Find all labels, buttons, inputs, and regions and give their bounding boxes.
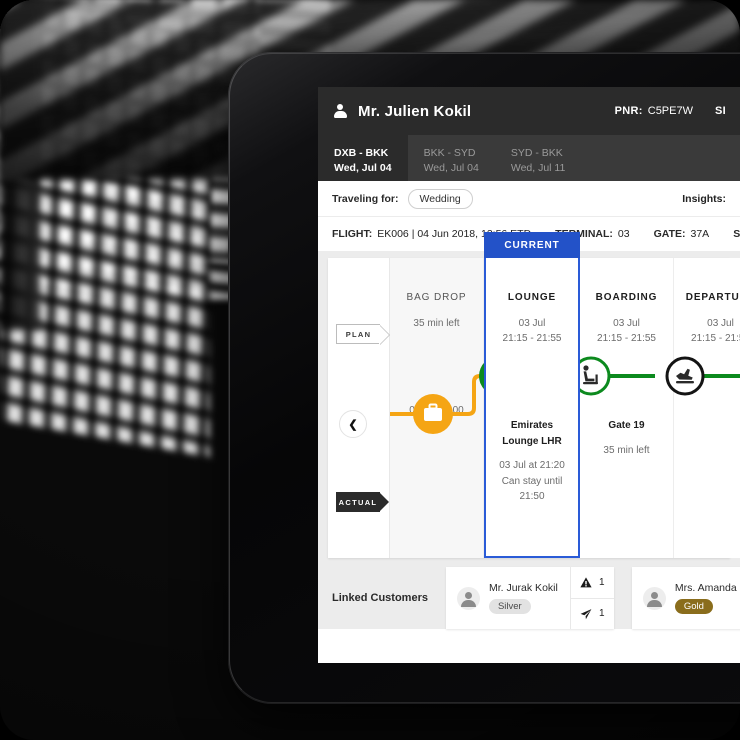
tab-date: Wed, Jul 04: [334, 162, 392, 174]
flight-label: FLIGHT:: [332, 228, 373, 240]
avatar: [642, 586, 666, 610]
actual-line-2: Can stay until: [501, 475, 563, 487]
tab-date: Wed, Jul 11: [510, 162, 566, 174]
plan-line-2: 21:15 - 21:55: [691, 333, 740, 344]
plan-line-1: 03 Jul: [518, 318, 546, 329]
pnr-value: C5PE7W: [647, 105, 693, 117]
traveling-for-label: Traveling for:: [332, 192, 399, 205]
stage-title: LOUNGE: [507, 292, 557, 303]
journey-timeline: PLAN ❮ ACTUAL BAG DROP 35 min left 03 Ju…: [328, 232, 740, 558]
plan-line-2: 21:15 - 21:55: [597, 333, 656, 344]
actual-title: Emirates Lounge LHR: [502, 420, 562, 447]
tab-date: Wed, Jul 04: [423, 162, 479, 174]
tab-route: BKK - SYD: [423, 146, 476, 159]
stage-plan-times: 03 Jul 21:15 - 21:55: [597, 316, 656, 346]
timeline-row-labels: PLAN ❮ ACTUAL: [328, 258, 390, 558]
stage-node-area: [390, 331, 483, 403]
timeline-prev-button[interactable]: ❮: [339, 410, 367, 438]
send-paper-plane-icon: [580, 608, 592, 619]
actual-line-1: 03 Jul at 21:20: [499, 460, 565, 471]
terminal-value: 03: [617, 228, 630, 240]
alerts-count: 1: [599, 576, 605, 588]
plan-row-tag: PLAN: [336, 324, 380, 344]
journey-timeline-section: PLAN ❮ ACTUAL BAG DROP 35 min left 03 Ju…: [318, 232, 740, 567]
person-icon: [332, 103, 348, 119]
tab-route: SYD - BKK: [510, 146, 563, 159]
insights-label[interactable]: Insights:: [682, 193, 726, 205]
linked-customer-stats: 1 1: [569, 567, 614, 630]
stage-actual-info: Emirates Lounge LHR 03 Jul at 21:20 Can …: [486, 418, 578, 505]
stage-actual-info: Gate 19 35 min left: [597, 418, 655, 458]
timeline-stage-lounge[interactable]: CURRENT LOUNGE 03 Jul 21:15 - 21:55 Emir…: [484, 232, 580, 558]
traveling-for-value-pill[interactable]: Wedding: [407, 188, 473, 209]
stage-title: DEPARTURE: [685, 292, 740, 303]
stage-plan-times: 03 Jul 21:15 - 21:55: [691, 316, 740, 346]
plan-line-1: 35 min left: [413, 318, 460, 329]
messages-stat[interactable]: 1: [570, 597, 614, 630]
pnr-field: PNR: C5PE7W: [615, 105, 693, 117]
seat-label-truncated: SEA: [733, 228, 740, 240]
alerts-stat[interactable]: 1: [571, 567, 614, 598]
page-title-customer-name: Mr. Julien Kokil: [358, 102, 472, 120]
avatar: [456, 586, 480, 610]
app-screen: Mr. Julien Kokil PNR: C5PE7W SI DXB - BKK…: [318, 87, 740, 663]
actual-line-1: 35 min left: [603, 444, 650, 456]
linked-customer-card-2[interactable]: Mrs. Amanda Gold: [631, 567, 740, 629]
warning-triangle-icon: [580, 577, 592, 588]
timeline-stage-columns: BAG DROP 35 min left 03 Jul 21:00 CURREN…: [328, 232, 740, 558]
app-header: Mr. Julien Kokil PNR: C5PE7W SI: [318, 87, 740, 135]
tab-route: DXB - BKK: [334, 146, 389, 159]
stage-plan-times: 35 min left: [413, 316, 459, 331]
header-truncated-label: SI: [715, 105, 726, 117]
traveling-for-row: Traveling for: Wedding Insights:: [318, 181, 740, 217]
tab-syd-bkk[interactable]: SYD - BKK Wed, Jul 11: [495, 135, 581, 181]
flight-segment-tabs: DXB - BKK Wed, Jul 04 BKK - SYD Wed, Jul…: [318, 135, 740, 181]
timeline-stage-boarding[interactable]: BOARDING 03 Jul 21:15 - 21:55 Gate 19 35…: [580, 258, 674, 558]
stage-node-area: [674, 346, 740, 418]
gate-value: 37A: [690, 228, 710, 240]
status-badge: Silver: [488, 599, 531, 614]
plan-line-2: 21:15 - 21:55: [502, 333, 562, 344]
plan-line-1: 03 Jul: [707, 318, 734, 329]
linked-customers-label: Linked Customers: [332, 592, 428, 604]
stage-title: BOARDING: [595, 292, 658, 303]
actual-line-3: 21:50: [519, 491, 545, 502]
stage-title: BAG DROP: [406, 292, 467, 303]
stage-actual-info: 03 Jul 21:00: [403, 403, 470, 419]
messages-count: 1: [599, 608, 605, 620]
tab-dxb-bkk[interactable]: DXB - BKK Wed, Jul 04: [318, 135, 408, 181]
pnr-label: PNR:: [614, 105, 643, 117]
linked-customer-name: Mr. Jurak Kokil: [488, 582, 558, 594]
stage-node-area: [486, 346, 578, 418]
plan-line-1: 03 Jul: [613, 318, 640, 329]
timeline-stage-bag-drop[interactable]: BAG DROP 35 min left 03 Jul 21:00: [390, 258, 484, 558]
status-badge: Gold: [674, 599, 713, 614]
linked-customer-name: Mrs. Amanda: [674, 582, 737, 594]
tab-bkk-syd[interactable]: BKK - SYD Wed, Jul 04: [408, 135, 495, 181]
timeline-stage-departure[interactable]: DEPARTURE 03 Jul 21:15 - 21:55: [674, 258, 740, 558]
linked-customer-card-1[interactable]: Mr. Jurak Kokil Silver 1 1: [445, 567, 614, 630]
stage-node-area: [580, 346, 673, 418]
actual-title: Gate 19: [608, 420, 645, 431]
linked-customers-bar: Linked Customers Mr. Jurak Kokil Silver …: [318, 567, 740, 629]
current-stage-banner: CURRENT: [484, 232, 580, 258]
actual-row-tag: ACTUAL: [336, 492, 389, 512]
header-meta: PNR: C5PE7W SI: [615, 105, 726, 117]
actual-line-1: 03 Jul 21:00: [409, 405, 464, 416]
stage-plan-times: 03 Jul 21:15 - 21:55: [503, 316, 562, 346]
gate-label: GATE:: [653, 228, 686, 240]
chevron-left-icon: ❮: [348, 418, 358, 431]
